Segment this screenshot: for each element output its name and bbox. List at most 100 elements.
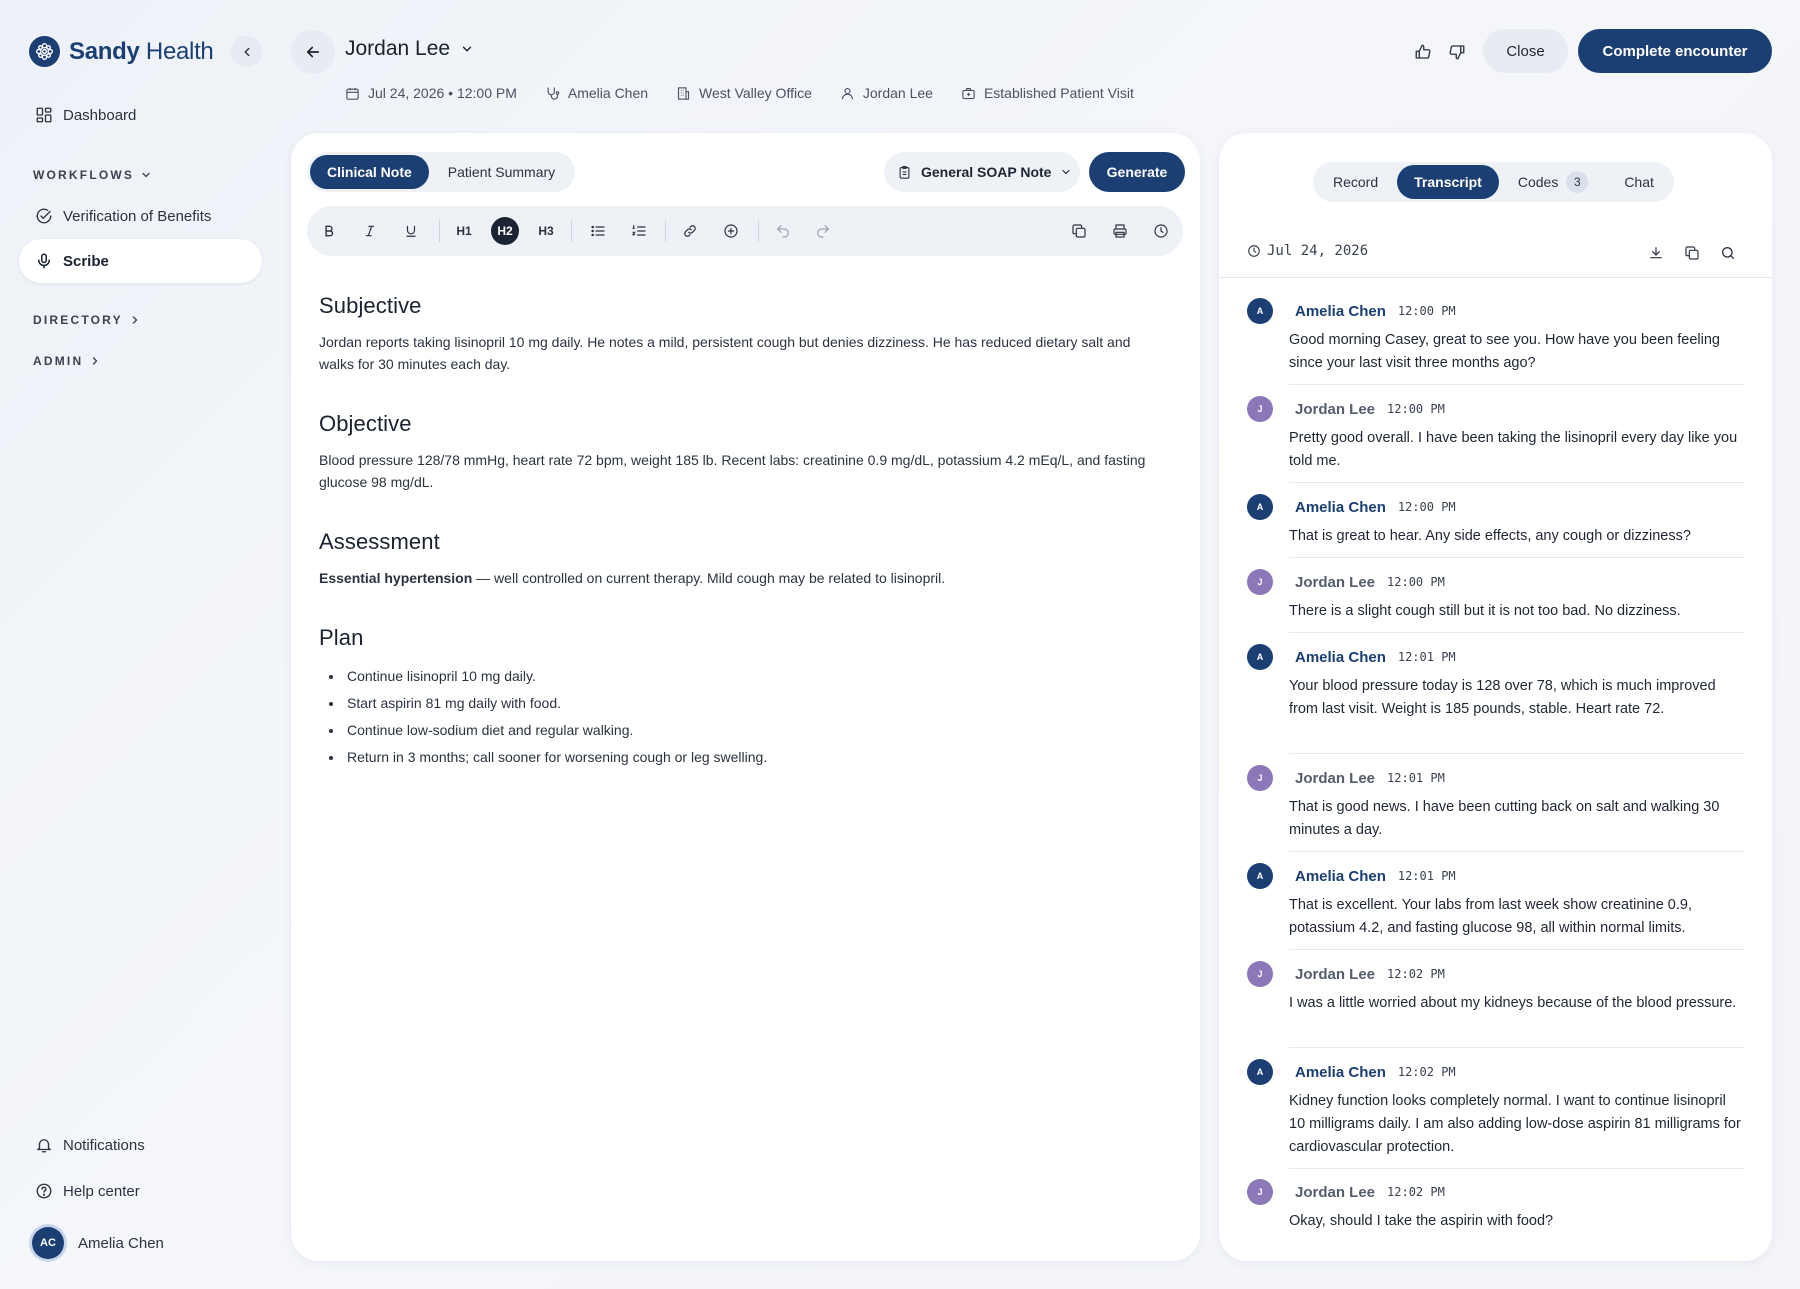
chevron-down-icon xyxy=(462,46,472,52)
message-text: There is a slight cough still but it is … xyxy=(1289,603,1681,619)
sidebar-section-directory[interactable]: DIRECTORY xyxy=(33,313,141,327)
sidebar-item-notifications[interactable]: Notifications xyxy=(19,1123,262,1167)
insert-button[interactable] xyxy=(717,217,745,245)
message-divider xyxy=(1289,753,1744,754)
section-text: Jordan reports taking lisinopril 10 mg d… xyxy=(319,334,1131,372)
heading-3-button[interactable]: H3 xyxy=(532,217,560,245)
note-template-select[interactable]: General SOAP Note xyxy=(884,152,1080,192)
undo-icon xyxy=(776,225,789,238)
section-text: Essential hypertension — well controlled… xyxy=(319,570,946,586)
sidebar-item-dashboard[interactable]: Dashboard xyxy=(19,93,262,137)
bullet-list-button[interactable] xyxy=(584,217,612,245)
undo-button[interactable] xyxy=(769,217,797,245)
speaker-avatar: J xyxy=(1247,569,1273,595)
copy-transcript-button[interactable] xyxy=(1682,243,1702,263)
message-time: 12:02 PM xyxy=(1387,1185,1445,1199)
transcript-message: A Amelia Chen 12:01 PM Your blood pressure… xyxy=(1247,644,1744,721)
clipboard-icon xyxy=(899,165,910,179)
copy-note-button[interactable] xyxy=(1065,217,1093,245)
patient-selector[interactable]: Jordan Lee xyxy=(345,37,474,61)
tab-chat[interactable]: Chat xyxy=(1607,165,1671,199)
underline-button[interactable] xyxy=(397,217,425,245)
message-text: Good morning Casey, great to see you. Ho… xyxy=(1289,332,1720,371)
transcript-message: J Jordan Lee 12:00 PM There is a slight co… xyxy=(1247,569,1744,623)
back-button[interactable] xyxy=(291,30,335,74)
tab-clinical-note[interactable]: Clinical Note xyxy=(310,155,429,189)
tab-record[interactable]: Record xyxy=(1316,165,1395,199)
complete-encounter-button[interactable]: Complete encounter xyxy=(1578,29,1772,73)
sidebar-item-label: Help center xyxy=(63,1182,140,1200)
brand-logo[interactable]: Sandy Health xyxy=(29,36,214,67)
copy-icon xyxy=(1072,224,1086,238)
speaker-avatar: A xyxy=(1247,644,1273,670)
meta-clinician: Amelia Chen xyxy=(545,85,648,101)
user-profile[interactable]: AC Amelia Chen xyxy=(19,1221,262,1265)
sidebar-item-label: Scribe xyxy=(63,252,109,270)
tab-patient-summary[interactable]: Patient Summary xyxy=(431,155,572,189)
divider xyxy=(1219,277,1772,278)
message-divider xyxy=(1289,384,1744,385)
bold-button[interactable] xyxy=(315,217,343,245)
sidebar-section-admin[interactable]: ADMIN xyxy=(33,354,101,368)
message-text: That is great to hear. Any side effects,… xyxy=(1289,528,1691,544)
download-transcript-button[interactable] xyxy=(1646,243,1666,263)
transcript-tabs: Record Transcript Codes 3 Chat xyxy=(1313,162,1674,202)
sidebar-item-help-center[interactable]: Help center xyxy=(19,1169,262,1213)
redo-button[interactable] xyxy=(809,217,837,245)
speaker-avatar: A xyxy=(1247,1059,1273,1085)
message-divider xyxy=(1289,557,1744,558)
thumbs-down-button[interactable] xyxy=(1445,40,1469,64)
message-divider xyxy=(1289,482,1744,483)
italic-icon xyxy=(365,225,375,237)
tab-codes[interactable]: Codes 3 xyxy=(1501,165,1605,199)
copy-icon xyxy=(1685,246,1699,260)
printer-icon xyxy=(1113,224,1127,238)
tab-transcript[interactable]: Transcript xyxy=(1397,165,1499,199)
generate-button[interactable]: Generate xyxy=(1089,152,1185,192)
bell-icon xyxy=(36,1139,52,1153)
arrow-left-icon xyxy=(306,46,320,58)
list-item: Continue lisinopril 10 mg daily. xyxy=(319,663,1169,690)
section-heading: Plan xyxy=(319,625,364,650)
sidebar-item-label: Dashboard xyxy=(63,106,137,124)
italic-button[interactable] xyxy=(356,217,384,245)
search-transcript-button[interactable] xyxy=(1718,243,1738,263)
collapse-sidebar-button[interactable] xyxy=(231,36,262,67)
message-text: That is good news. I have been cutting b… xyxy=(1289,799,1720,838)
heading-1-button[interactable]: H1 xyxy=(450,217,478,245)
note-tabs: Clinical Note Patient Summary xyxy=(307,152,576,192)
thumbs-up-icon xyxy=(1415,44,1431,59)
close-button[interactable]: Close xyxy=(1483,29,1568,73)
link-button[interactable] xyxy=(676,217,704,245)
check-circle-icon xyxy=(36,208,52,224)
message-divider xyxy=(1289,632,1744,633)
meta-visit-type: Established Patient Visit xyxy=(961,85,1134,101)
selected-template: General SOAP Note xyxy=(921,164,1052,180)
calendar-icon xyxy=(346,87,359,100)
briefcase-medical-icon xyxy=(962,87,975,99)
download-icon xyxy=(1650,247,1662,259)
numbered-list-button[interactable] xyxy=(625,217,653,245)
codes-count-badge: 3 xyxy=(1566,171,1589,193)
plan-list: Continue lisinopril 10 mg daily. Start a… xyxy=(319,663,1169,771)
sidebar-section-workflows[interactable]: WORKFLOWS xyxy=(33,168,152,182)
diagnosis: Essential hypertension xyxy=(319,570,473,586)
print-button[interactable] xyxy=(1106,217,1134,245)
transcript-message: A Amelia Chen 12:00 PM That is great to he… xyxy=(1247,494,1744,548)
history-button[interactable] xyxy=(1147,217,1175,245)
thumbs-down-icon xyxy=(1449,45,1465,60)
chevron-left-icon xyxy=(243,47,249,56)
sidebar-item-verification-of-benefits[interactable]: Verification of Benefits xyxy=(19,194,262,238)
heading-2-button[interactable]: H2 xyxy=(491,217,519,245)
help-circle-icon xyxy=(36,1183,52,1199)
message-text: Kidney function looks completely normal.… xyxy=(1289,1093,1741,1155)
speaker-name: Jordan Lee xyxy=(1295,769,1376,787)
clinical-note-panel: Clinical Note Patient Summary General SO… xyxy=(291,133,1200,1261)
note-editor[interactable]: Subjective Jordan reports taking lisinop… xyxy=(319,293,1169,807)
message-divider xyxy=(1289,851,1744,852)
transcript-message: J Jordan Lee 12:02 PM I was a little worri… xyxy=(1247,961,1744,1015)
sidebar-item-scribe[interactable]: Scribe xyxy=(19,239,262,283)
section-subjective: Subjective Jordan reports taking lisinop… xyxy=(319,293,1169,375)
thumbs-up-button[interactable] xyxy=(1411,40,1435,64)
stethoscope-icon xyxy=(547,86,560,100)
